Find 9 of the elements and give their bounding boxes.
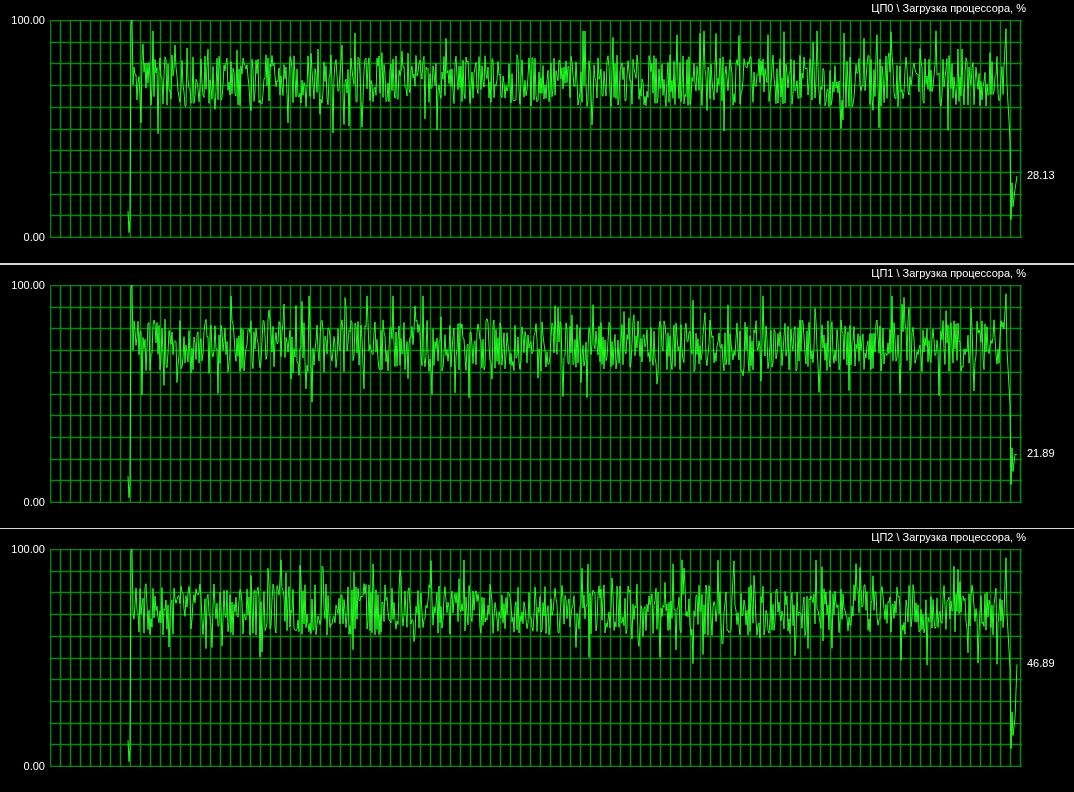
axis-min-label: 0.00 bbox=[23, 760, 45, 772]
axis-max-label: 100.00 bbox=[11, 14, 45, 26]
current-value-label: 46.89 bbox=[1027, 657, 1055, 670]
current-value-label: 28.13 bbox=[1027, 168, 1055, 181]
axis-max-label: 100.00 bbox=[11, 543, 45, 555]
axis-max-label: 100.00 bbox=[11, 278, 45, 291]
axis-min-label: 0.00 bbox=[23, 495, 45, 508]
axis-min-label: 0.00 bbox=[23, 231, 45, 243]
current-value-label: 21.89 bbox=[1027, 447, 1055, 459]
